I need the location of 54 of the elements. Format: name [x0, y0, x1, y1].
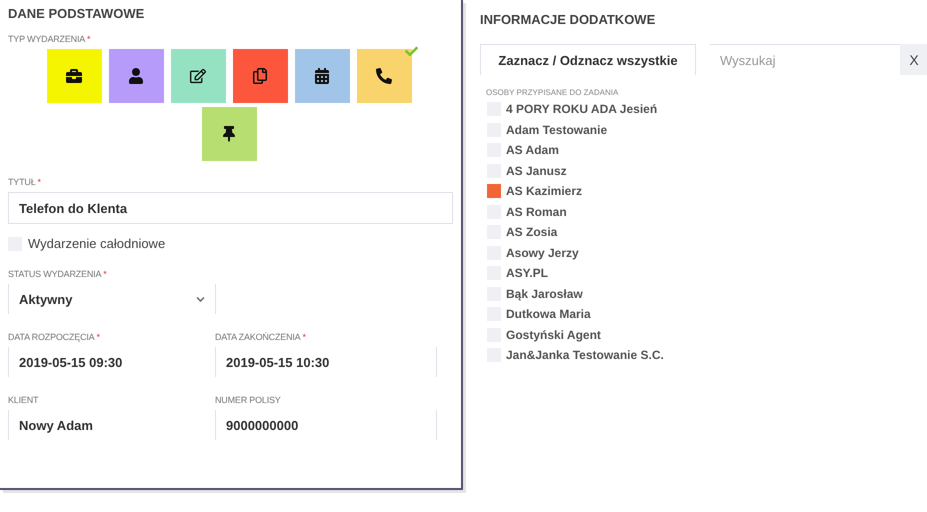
- required-mark: *: [38, 177, 42, 187]
- text-field[interactable]: 9000000000: [215, 410, 437, 440]
- person-name: Asowy Jerzy: [506, 246, 579, 260]
- required-mark: *: [103, 269, 107, 279]
- calendar-icon: [314, 68, 330, 84]
- required-mark: *: [96, 332, 100, 342]
- field-label: DATA ZAKOŃCZENIA: [215, 332, 300, 342]
- edit-icon: [190, 68, 206, 84]
- checkbox[interactable]: [487, 184, 501, 198]
- phone-icon: [376, 68, 392, 84]
- event-type-tile[interactable]: [202, 107, 256, 161]
- clear-button[interactable]: X: [900, 44, 927, 75]
- person-name: AS Adam: [506, 143, 559, 158]
- person-name: Adam Testowanie: [506, 122, 608, 137]
- person-name: 4 PORY ROKU ADA Jesień: [506, 102, 658, 116]
- text-field[interactable]: 2019-05-15 09:30: [8, 347, 215, 377]
- check-icon: [404, 45, 418, 58]
- status-select[interactable]: Aktywny: [8, 284, 215, 314]
- copy-icon: [252, 68, 268, 84]
- field-label: TYP WYDARZENIA: [8, 34, 86, 44]
- person-name: Gostyński Agent: [506, 328, 601, 342]
- section-title: INFORMACJE DODATKOWE: [480, 11, 656, 29]
- event-type-tile[interactable]: [170, 49, 226, 103]
- title-field[interactable]: Telefon do Klenta: [8, 192, 453, 224]
- required-mark: *: [302, 332, 306, 342]
- required-mark: *: [87, 34, 91, 44]
- checkbox-label: Wydarzenie całodniowe: [28, 236, 166, 251]
- person-name: AS Kazimierz: [506, 184, 582, 198]
- pushpin-icon: [221, 126, 237, 142]
- person-name: ASY.PL: [506, 266, 548, 280]
- event-type-tile[interactable]: [232, 49, 288, 103]
- event-type-tile[interactable]: [46, 49, 102, 103]
- field-label: KLIENT: [8, 395, 38, 405]
- field-label: NUMER POLISY: [215, 395, 281, 405]
- select-all-button[interactable]: Zaznacz / Odznacz wszystkie: [480, 44, 696, 75]
- person-name: Bąk Jarosław: [506, 286, 583, 301]
- field-label: DATA ROZPOCZĘCIA: [8, 332, 94, 342]
- section-title: DANE PODSTAWOWE: [8, 5, 146, 23]
- person-icon: [128, 68, 144, 84]
- list-label: OSOBY PRZYPISANE DO ZADANIA: [486, 88, 620, 97]
- event-type-tile[interactable]: [294, 49, 350, 103]
- event-type-tile[interactable]: [108, 49, 164, 103]
- person-name: AS Roman: [506, 204, 567, 219]
- person-name: AS Janusz: [506, 164, 567, 178]
- person-name: Jan&Janka Testowanie S.C.: [506, 348, 664, 362]
- briefcase-icon: [66, 68, 82, 84]
- person-name: Dutkowa Maria: [506, 307, 591, 322]
- person-name: AS Zosia: [506, 225, 558, 240]
- chevron-down-icon: [196, 294, 205, 304]
- event-type-tile[interactable]: [356, 49, 412, 103]
- field-label: STATUS WYDARZENIA: [8, 269, 102, 279]
- text-field[interactable]: Nowy Adam: [8, 410, 215, 440]
- field-label: TYTUŁ: [8, 177, 36, 187]
- text-field[interactable]: 2019-05-15 10:30: [215, 347, 437, 377]
